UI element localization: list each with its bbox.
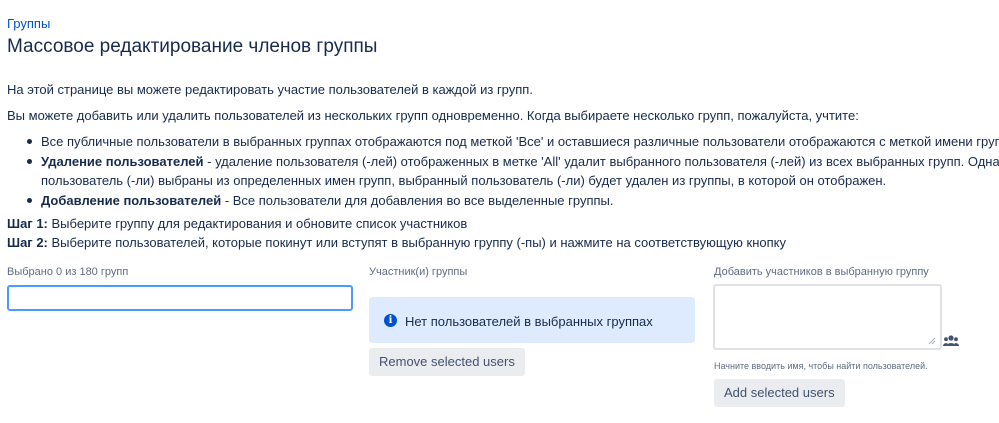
add-selected-users-button[interactable]: Add selected users — [714, 379, 845, 407]
user-search-hint: Начните вводить имя, чтобы найти пользов… — [714, 361, 928, 371]
step-1-text: Выберите группу для редактирования и обн… — [47, 216, 468, 231]
group-search-input[interactable] — [7, 285, 353, 311]
notes-list: Все публичные пользователи в выбранных г… — [7, 132, 999, 210]
info-message-text: Нет пользователей в выбранных группах — [405, 314, 653, 329]
step-1-label: Шаг 1: — [7, 216, 48, 231]
note-heading-removing: Удаление пользователей — [41, 153, 204, 169]
info-icon: i — [384, 314, 397, 327]
resize-grip-icon[interactable] — [928, 337, 936, 345]
step-2: Шаг 2: Выберите пользователей, которые п… — [7, 235, 786, 250]
add-users-textarea[interactable] — [713, 284, 942, 350]
group-members-label: Участник(и) группы — [369, 266, 468, 278]
remove-selected-users-button[interactable]: Remove selected users — [369, 348, 525, 376]
note-adding-users: Добавление пользователей - Все пользоват… — [27, 191, 999, 211]
note-removing-users-continued: пользователь (-ли) выбраны из определенн… — [41, 171, 999, 191]
page-title: Массовое редактирование членов группы — [7, 36, 378, 57]
note-text: пользователь (-ли) выбраны из определенн… — [41, 173, 887, 188]
no-users-info-message: i Нет пользователей в выбранных группах — [369, 297, 695, 343]
users-icon[interactable] — [943, 335, 959, 347]
note-removing-users: Удаление пользователей - удаление пользо… — [27, 152, 999, 172]
note-heading-adding: Добавление пользователей — [41, 192, 222, 208]
step-1: Шаг 1: Выберите группу для редактировани… — [7, 216, 467, 231]
intro-text-2: Вы можете добавить или удалить пользоват… — [7, 108, 859, 123]
breadcrumb-groups-link[interactable]: Группы — [7, 16, 50, 31]
note-public-users: Все публичные пользователи в выбранных г… — [27, 132, 999, 152]
step-2-label: Шаг 2: — [7, 235, 48, 250]
step-2-text: Выберите пользователей, которые покинут … — [47, 235, 787, 250]
intro-text-1: На этой странице вы можете редактировать… — [7, 82, 533, 97]
add-members-label: Добавить участников в выбранную группу — [714, 266, 929, 278]
note-text: - удаление пользователя (-лей) отображен… — [203, 153, 999, 169]
note-text: Все публичные пользователи в выбранных г… — [41, 134, 999, 149]
note-text: - Все пользователи для добавления во все… — [221, 192, 614, 208]
groups-selected-label: Выбрано 0 из 180 групп — [7, 266, 129, 278]
